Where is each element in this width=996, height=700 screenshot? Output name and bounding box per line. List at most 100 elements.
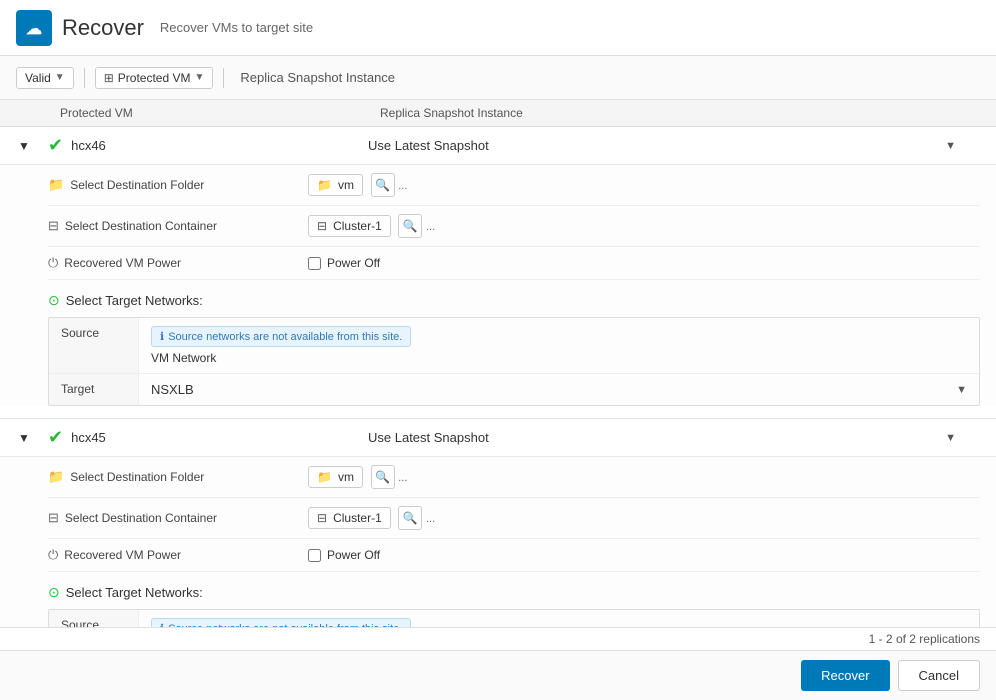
vm-status-hcx45: ✔ hcx45 — [48, 427, 368, 448]
filter-valid-label: Valid — [25, 71, 51, 85]
container-search-btn-hcx46[interactable]: 🔍 — [398, 214, 422, 238]
networks-title-hcx46: ⊙ Select Target Networks: — [48, 292, 980, 309]
footer: Recover Cancel — [0, 650, 996, 700]
container-btn-text-hcx46: Cluster-1 — [333, 219, 382, 233]
folder-label-hcx46: 📁 Select Destination Folder — [48, 177, 308, 193]
source-vm-network-hcx46: VM Network — [151, 351, 967, 365]
networks-hcx45: ⊙ Select Target Networks: Source ℹ Sourc… — [48, 584, 980, 627]
footer-buttons: Recover Cancel — [801, 660, 980, 691]
folder-value-hcx45: 📁 vm 🔍 ... — [308, 465, 980, 489]
folder-search-btn-hcx46[interactable]: 🔍 — [371, 173, 395, 197]
snapshot-value-hcx45: Use Latest Snapshot — [368, 430, 939, 445]
scroll-area[interactable]: ▼ ✔ hcx46 Use Latest Snapshot ▼ — [0, 127, 996, 627]
net-target-row-hcx46: Target NSXLB ▼ — [49, 374, 979, 405]
networks-title-hcx45: ⊙ Select Target Networks: — [48, 584, 980, 601]
power-label-text-hcx46: Recovered VM Power — [64, 256, 181, 270]
folder-label-hcx45: 📁 Select Destination Folder — [48, 469, 308, 485]
networks-hcx46: ⊙ Select Target Networks: Source ℹ — [48, 292, 980, 406]
power-icon-hcx45: ⏻ — [48, 547, 58, 563]
folder-btn-hcx46[interactable]: 📁 vm — [308, 174, 363, 196]
vm-row-hcx45: ▼ ✔ hcx45 Use Latest Snapshot ▼ — [0, 419, 996, 627]
filter-divider-2 — [223, 68, 224, 88]
net-target-label-hcx46: Target — [49, 374, 139, 405]
target-caret-icon-hcx46: ▼ — [956, 384, 967, 396]
container-ellipsis-hcx46: ... — [426, 221, 435, 233]
vm-settings-hcx45: 📁 Select Destination Folder 📁 vm 🔍 ... — [48, 457, 980, 572]
source-info-text-hcx45: Source networks are not available from t… — [168, 623, 402, 628]
power-check-label-hcx45: Power Off — [327, 548, 380, 562]
app-window: ☁ Recover Recover VMs to target site Val… — [0, 0, 996, 700]
folder-ellipsis-hcx45: ... — [398, 472, 407, 484]
power-icon-hcx46: ⏻ — [48, 255, 58, 271]
power-checkbox-hcx46[interactable] — [308, 257, 321, 270]
col-snapshot: Replica Snapshot Instance — [368, 106, 996, 120]
page-title: Recover — [62, 15, 144, 41]
vm-expanded-hcx46: 📁 Select Destination Folder 📁 vm 🔍 ... — [0, 164, 996, 406]
power-checkbox-hcx45[interactable] — [308, 549, 321, 562]
toolbar: Valid ▼ ⊞ Protected VM ▼ Replica Snapsho… — [0, 56, 996, 100]
app-logo-icon: ☁ — [16, 10, 52, 46]
setting-container-hcx45: ⊟ Select Destination Container ⊟ Cluster… — [48, 498, 980, 539]
container-btn-hcx45[interactable]: ⊟ Cluster-1 — [308, 507, 391, 529]
filter-valid[interactable]: Valid ▼ — [16, 67, 74, 89]
folder-btn-icon-hcx45: 📁 — [317, 470, 332, 484]
expand-btn-hcx46[interactable]: ▼ — [0, 139, 48, 153]
net-target-value-hcx46: NSXLB ▼ — [139, 374, 979, 405]
snapshot-caret-hcx45: ▼ — [945, 432, 964, 444]
networks-table-hcx46: Source ℹ Source networks are not availab… — [48, 317, 980, 406]
container-label-hcx46: ⊟ Select Destination Container — [48, 218, 308, 234]
protected-vm-icon: ⊞ — [104, 71, 114, 85]
setting-power-hcx45: ⏻ Recovered VM Power Power Off — [48, 539, 980, 572]
net-source-label-hcx45: Source — [49, 610, 139, 627]
net-source-value-hcx46: ℹ Source networks are not available from… — [139, 318, 979, 373]
main-content: Protected VM Replica Snapshot Instance ▼… — [0, 100, 996, 650]
folder-search-btn-hcx45[interactable]: 🔍 — [371, 465, 395, 489]
networks-title-text-hcx45: Select Target Networks: — [66, 585, 203, 600]
net-source-row-hcx45: Source ℹ Source networks are not availab… — [49, 610, 979, 627]
table-header: Protected VM Replica Snapshot Instance — [0, 100, 996, 127]
vm-row-header-hcx46[interactable]: ▼ ✔ hcx46 Use Latest Snapshot ▼ — [0, 127, 996, 164]
source-info-badge-hcx45: ℹ Source networks are not available from… — [151, 618, 411, 627]
count-bar: 1 - 2 of 2 replications — [0, 627, 996, 650]
folder-btn-hcx45[interactable]: 📁 vm — [308, 466, 363, 488]
col-protected-vm: Protected VM — [48, 106, 368, 120]
vm-row-hcx46: ▼ ✔ hcx46 Use Latest Snapshot ▼ — [0, 127, 996, 419]
folder-icon-hcx45: 📁 — [48, 469, 64, 485]
snapshot-value-hcx46: Use Latest Snapshot — [368, 138, 939, 153]
vm-name-hcx45: hcx45 — [71, 430, 106, 445]
container-btn-icon-hcx46: ⊟ — [317, 219, 327, 233]
folder-value-hcx46: 📁 vm 🔍 ... — [308, 173, 980, 197]
power-label-text-hcx45: Recovered VM Power — [64, 548, 181, 562]
net-source-value-hcx45: ℹ Source networks are not available from… — [139, 610, 979, 627]
cancel-button[interactable]: Cancel — [898, 660, 980, 691]
status-ok-icon-hcx46: ✔ — [48, 135, 63, 156]
folder-btn-text-hcx46: vm — [338, 178, 354, 192]
col-expand — [0, 106, 48, 120]
net-source-row-hcx46: Source ℹ Source networks are not availab… — [49, 318, 979, 374]
container-btn-text-hcx45: Cluster-1 — [333, 511, 382, 525]
power-check-hcx45[interactable]: Power Off — [308, 548, 980, 562]
power-check-hcx46[interactable]: Power Off — [308, 256, 980, 270]
folder-label-text-hcx46: Select Destination Folder — [70, 178, 204, 192]
container-ellipsis-hcx45: ... — [426, 513, 435, 525]
filter-protected-vm[interactable]: ⊞ Protected VM ▼ — [95, 67, 214, 89]
replication-count: 1 - 2 of 2 replications — [869, 632, 980, 646]
filter-protected-vm-label: Protected VM — [118, 71, 191, 85]
vm-name-hcx46: hcx46 — [71, 138, 106, 153]
source-info-badge-hcx46: ℹ Source networks are not available from… — [151, 326, 411, 347]
replica-snapshot-label: Replica Snapshot Instance — [240, 70, 395, 85]
folder-ellipsis-hcx46: ... — [398, 180, 407, 192]
folder-btn-icon-hcx46: 📁 — [317, 178, 332, 192]
vm-row-header-hcx45[interactable]: ▼ ✔ hcx45 Use Latest Snapshot ▼ — [0, 419, 996, 456]
folder-btn-text-hcx45: vm — [338, 470, 354, 484]
container-btn-icon-hcx45: ⊟ — [317, 511, 327, 525]
expand-btn-hcx45[interactable]: ▼ — [0, 431, 48, 445]
recover-button[interactable]: Recover — [801, 660, 889, 691]
container-btn-hcx46[interactable]: ⊟ Cluster-1 — [308, 215, 391, 237]
container-label-hcx45: ⊟ Select Destination Container — [48, 510, 308, 526]
container-search-btn-hcx45[interactable]: 🔍 — [398, 506, 422, 530]
container-icon-hcx46: ⊟ — [48, 218, 59, 234]
filter-vm-caret-icon: ▼ — [194, 72, 204, 83]
folder-icon-hcx46: 📁 — [48, 177, 64, 193]
vm-expanded-hcx45: 📁 Select Destination Folder 📁 vm 🔍 ... — [0, 456, 996, 627]
